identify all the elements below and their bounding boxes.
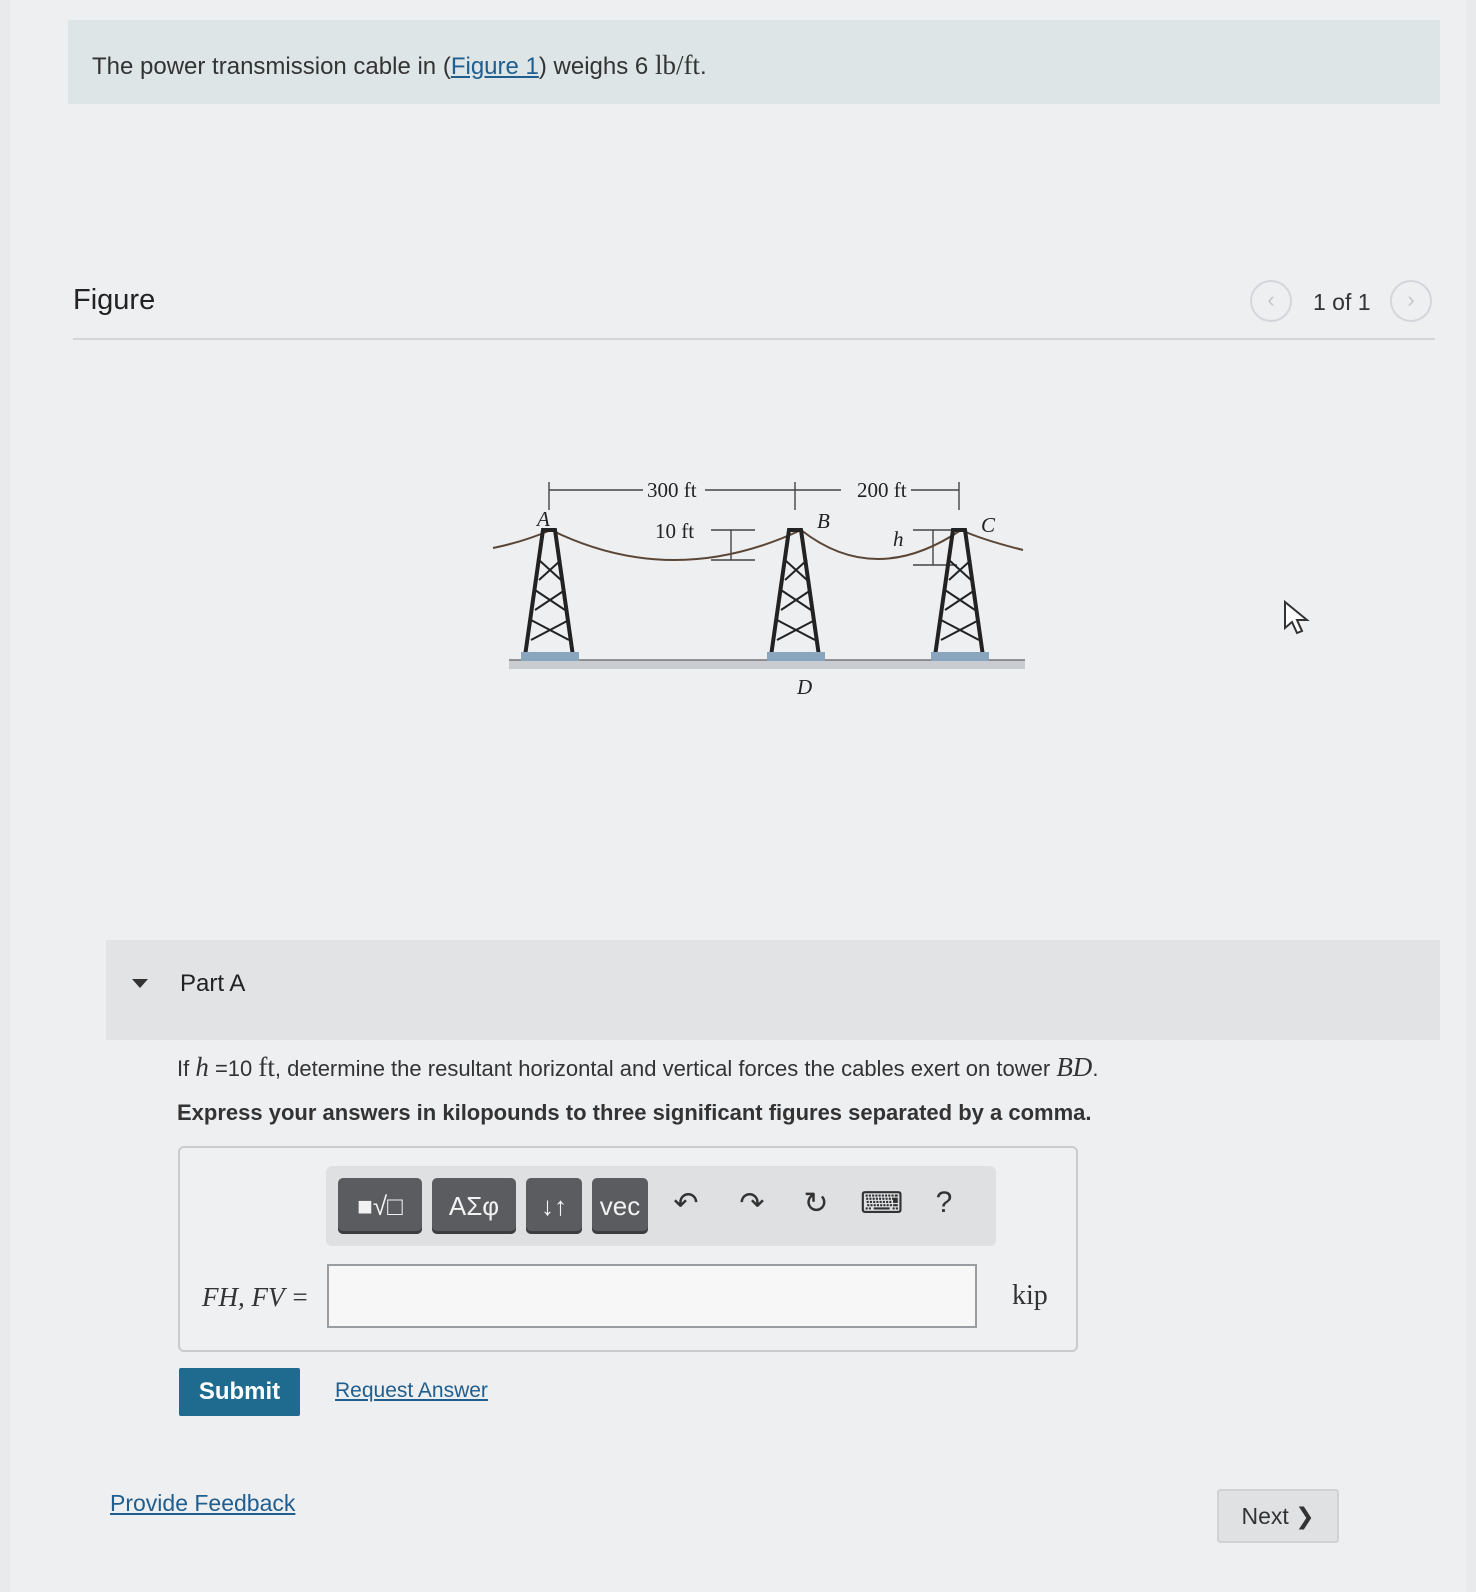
figure-title: Figure <box>73 284 156 316</box>
templates-button[interactable]: ■√□ <box>338 1178 422 1234</box>
answer-unit: kip <box>1012 1280 1048 1311</box>
label-200ft: 200 ft <box>857 478 907 502</box>
question-text: If h =10 ft, determine the resultant hor… <box>177 1052 1098 1083</box>
greek-symbols-button[interactable]: ΑΣφ <box>432 1178 516 1234</box>
variable-h: h <box>195 1052 209 1082</box>
chevron-right-icon: › <box>1407 287 1415 312</box>
vec-button[interactable]: vec <box>592 1178 648 1234</box>
tower-bd: BD <box>1056 1052 1093 1082</box>
problem-text: The power transmission cable in (Figure … <box>92 50 707 81</box>
cable <box>492 528 1024 561</box>
tower-a <box>521 528 579 661</box>
unit-ft: ft <box>258 1052 275 1082</box>
chevron-left-icon: ‹ <box>1267 287 1275 312</box>
instruction-text: Express your answers in kilopounds to th… <box>177 1100 1092 1125</box>
collapse-caret-icon[interactable] <box>132 979 148 988</box>
problem-text-middle: ) weighs 6 <box>538 53 655 80</box>
answer-label: FH, FV = <box>202 1282 309 1312</box>
label-300ft: 300 ft <box>647 478 697 502</box>
tower-b <box>767 528 825 661</box>
next-button[interactable]: Next ❯ <box>1217 1489 1339 1543</box>
label-a: A <box>535 507 550 531</box>
prev-figure-button[interactable]: ‹ <box>1250 280 1292 322</box>
weight-unit: lb/ft <box>654 50 700 80</box>
question-suffix: . <box>1092 1056 1099 1081</box>
page: The power transmission cable in (Figure … <box>10 0 1466 1592</box>
keyboard-icon[interactable]: ⌨ <box>860 1186 903 1221</box>
part-a-title: Part A <box>180 970 246 997</box>
sort-button[interactable]: ↓↑ <box>526 1178 582 1234</box>
question-equals: =10 <box>208 1056 259 1081</box>
next-figure-button[interactable]: › <box>1390 280 1432 322</box>
problem-text-prefix: The power transmission cable in ( <box>92 53 451 80</box>
figure-link[interactable]: Figure 1 <box>451 53 539 80</box>
label-c: C <box>981 513 996 537</box>
question-prefix: If <box>177 1056 196 1081</box>
undo-icon[interactable]: ↶ <box>666 1186 706 1221</box>
label-b: B <box>817 509 830 533</box>
mouse-cursor-icon <box>1284 600 1310 635</box>
answer-input[interactable] <box>327 1264 977 1328</box>
label-d: D <box>796 675 812 699</box>
question-middle: , determine the resultant horizontal and… <box>274 1056 1057 1081</box>
ground <box>509 660 1025 669</box>
problem-statement: The power transmission cable in (Figure … <box>68 20 1440 104</box>
help-icon[interactable]: ? <box>924 1186 964 1220</box>
answer-box: ■√□ ΑΣφ ↓↑ vec ↶ ↷ ↻ ⌨ ? FH, FV = kip <box>178 1146 1078 1352</box>
provide-feedback-link[interactable]: Provide Feedback <box>110 1490 295 1517</box>
label-10ft: 10 ft <box>655 519 694 543</box>
figure-pager: 1 of 1 <box>1313 289 1371 315</box>
problem-text-suffix: . <box>699 53 707 80</box>
reset-icon[interactable]: ↻ <box>796 1186 836 1221</box>
submit-button[interactable]: Submit <box>179 1368 300 1416</box>
transmission-cable-diagram: 300 ft 200 ft 10 ft h A B C D <box>492 478 1025 699</box>
math-toolbar: ■√□ ΑΣφ ↓↑ vec ↶ ↷ ↻ ⌨ ? <box>326 1166 996 1246</box>
part-a-header[interactable]: Part A <box>106 940 1440 1040</box>
redo-icon[interactable]: ↷ <box>732 1186 772 1221</box>
label-h: h <box>893 527 904 551</box>
figure-divider <box>73 338 1435 340</box>
request-answer-link[interactable]: Request Answer <box>335 1379 488 1403</box>
tower-c <box>931 528 989 661</box>
